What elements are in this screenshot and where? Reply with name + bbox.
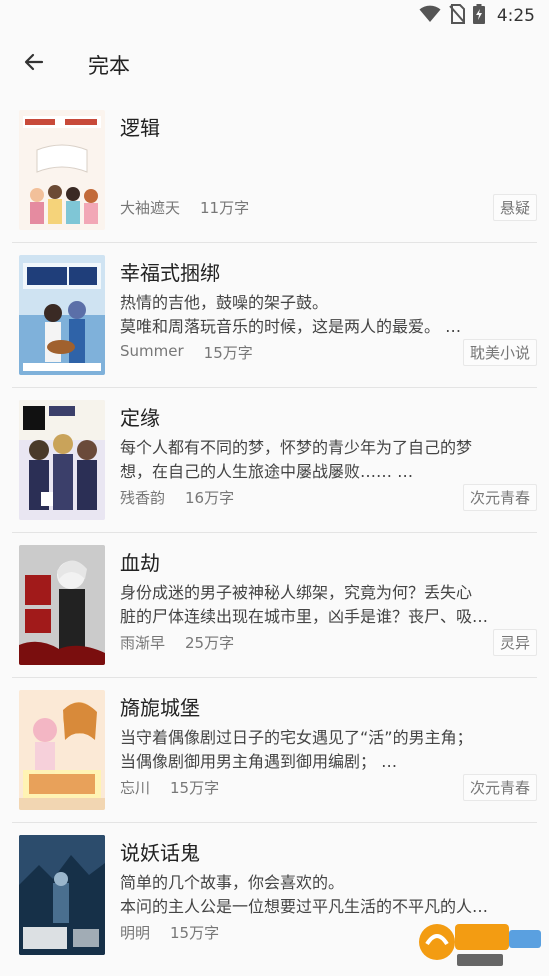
book-meta: 明明 15万字 (120, 922, 219, 943)
book-category-tag[interactable]: 悬疑 (492, 194, 537, 221)
description-line: 简单的几个故事，你会喜欢的。 (120, 873, 345, 892)
description-line: 想，在自己的人生旅途中屡战屡败…… … (120, 462, 414, 481)
book-cover (19, 545, 105, 665)
book-word-count: 15万字 (170, 779, 220, 797)
site-watermark-logo (413, 920, 543, 970)
book-word-count: 11万字 (200, 199, 250, 217)
app-bar: 完本 (0, 32, 549, 96)
description-line: 脏的尸体连续出现在城市里，凶手是谁？丧尸、吸… (120, 607, 489, 626)
book-description: 身份成迷的男子被神秘人绑架，究竟为何？丢失心 脏的尸体连续出现在城市里，凶手是谁… (120, 581, 532, 629)
book-author: 雨渐早 (120, 634, 166, 652)
book-word-count: 16万字 (185, 489, 235, 507)
description-line: 本问的主人公是一位想要过平凡生活的不平凡的人… (120, 897, 489, 916)
back-button[interactable] (14, 44, 54, 84)
book-author: Summer (120, 342, 184, 360)
book-category-tag[interactable]: 耽美小说 (462, 339, 537, 366)
book-title: 幸福式捆绑 (120, 261, 220, 285)
book-word-count: 15万字 (170, 924, 220, 942)
book-title: 说妖话鬼 (120, 841, 200, 865)
book-cover (19, 400, 105, 520)
wifi-icon (419, 5, 441, 27)
book-category-tag[interactable]: 次元青春 (462, 484, 537, 511)
description-line: 当偶像剧御用男主角遇到御用编剧； … (120, 752, 398, 771)
book-item[interactable]: 逻辑 大袖遮天 11万字 悬疑 (0, 98, 549, 243)
book-item[interactable]: 血劫 身份成迷的男子被神秘人绑架，究竟为何？丢失心 脏的尸体连续出现在城市里，凶… (0, 533, 549, 678)
book-meta: 雨渐早 25万字 (120, 632, 234, 653)
book-description: 简单的几个故事，你会喜欢的。 本问的主人公是一位想要过平凡生活的不平凡的人… (120, 871, 532, 919)
book-description (120, 146, 532, 194)
description-line: 身份成迷的男子被神秘人绑架，究竟为何？丢失心 (120, 583, 473, 602)
book-title: 旖旎城堡 (120, 696, 200, 720)
description-line: 每个人都有不同的梦，怀梦的青少年为了自己的梦 (120, 438, 473, 457)
book-author: 残香韵 (120, 489, 166, 507)
book-description: 当守着偶像剧过日子的宅女遇见了“活”的男主角； 当偶像剧御用男主角遇到御用编剧；… (120, 726, 532, 774)
book-list: 逻辑 大袖遮天 11万字 悬疑 幸福式捆绑 热情的吉他，鼓噪的架子鼓。 莫唯和周… (0, 98, 549, 968)
battery-charging-icon (472, 4, 485, 28)
description-line: 莫唯和周落玩音乐的时候，这是两人的最爱。 … (120, 317, 462, 336)
book-title: 定缘 (120, 406, 160, 430)
book-author: 明明 (120, 924, 151, 942)
book-category-tag[interactable]: 次元青春 (462, 774, 537, 801)
description-line: 当守着偶像剧过日子的宅女遇见了“活”的男主角； (120, 728, 473, 747)
book-cover (19, 690, 105, 810)
book-author: 忘川 (120, 779, 151, 797)
description-line: 热情的吉他，鼓噪的架子鼓。 (120, 293, 329, 312)
book-description: 每个人都有不同的梦，怀梦的青少年为了自己的梦 想，在自己的人生旅途中屡战屡败……… (120, 436, 532, 484)
page-title: 完本 (88, 54, 130, 78)
book-meta: 残香韵 16万字 (120, 487, 234, 508)
book-word-count: 15万字 (203, 344, 253, 362)
book-word-count: 25万字 (185, 634, 235, 652)
book-description: 热情的吉他，鼓噪的架子鼓。 莫唯和周落玩音乐的时候，这是两人的最爱。 … (120, 291, 532, 339)
status-bar: 4:25 (0, 0, 549, 32)
book-meta: 大袖遮天 11万字 (120, 197, 249, 218)
arrow-left-icon (22, 50, 46, 78)
book-author: 大袖遮天 (120, 199, 181, 217)
book-title: 血劫 (120, 551, 160, 575)
book-item[interactable]: 旖旎城堡 当守着偶像剧过日子的宅女遇见了“活”的男主角； 当偶像剧御用男主角遇到… (0, 678, 549, 823)
book-meta: Summer 15万字 (120, 342, 253, 363)
status-time: 4:25 (496, 6, 535, 26)
book-title: 逻辑 (120, 116, 160, 140)
book-item[interactable]: 幸福式捆绑 热情的吉他，鼓噪的架子鼓。 莫唯和周落玩音乐的时候，这是两人的最爱。… (0, 243, 549, 388)
book-cover (19, 835, 105, 955)
no-sim-icon (449, 4, 465, 28)
book-cover (19, 110, 105, 230)
book-meta: 忘川 15万字 (120, 777, 219, 798)
book-category-tag[interactable]: 灵异 (492, 629, 537, 656)
book-item[interactable]: 定缘 每个人都有不同的梦，怀梦的青少年为了自己的梦 想，在自己的人生旅途中屡战屡… (0, 388, 549, 533)
book-cover (19, 255, 105, 375)
